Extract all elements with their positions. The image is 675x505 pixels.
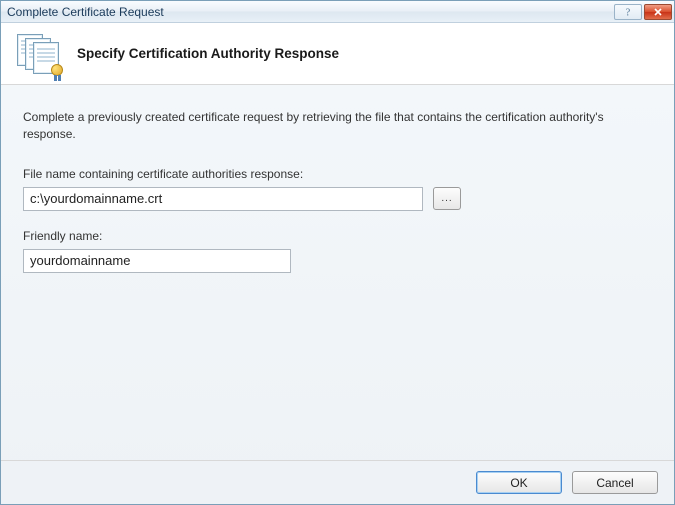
- file-name-row: ...: [23, 187, 652, 211]
- dialog-content: Complete a previously created certificat…: [1, 85, 674, 460]
- dialog-window: Complete Certificate Request ? Specify C…: [0, 0, 675, 505]
- close-button[interactable]: [644, 4, 672, 20]
- header-title: Specify Certification Authority Response: [77, 46, 339, 61]
- certificate-icon: [17, 34, 61, 74]
- ok-button[interactable]: OK: [476, 471, 562, 494]
- dialog-header: Specify Certification Authority Response: [1, 23, 674, 85]
- window-title: Complete Certificate Request: [7, 5, 164, 19]
- file-name-input[interactable]: [23, 187, 423, 211]
- friendly-name-label: Friendly name:: [23, 229, 652, 243]
- friendly-name-input[interactable]: [23, 249, 291, 273]
- instruction-text: Complete a previously created certificat…: [23, 109, 633, 143]
- help-button[interactable]: ?: [614, 4, 642, 20]
- dialog-footer: OK Cancel: [1, 460, 674, 504]
- file-name-label: File name containing certificate authori…: [23, 167, 652, 181]
- window-controls: ?: [614, 4, 672, 20]
- titlebar: Complete Certificate Request ?: [1, 1, 674, 23]
- cancel-button[interactable]: Cancel: [572, 471, 658, 494]
- friendly-name-row: [23, 249, 652, 273]
- browse-button[interactable]: ...: [433, 187, 461, 210]
- svg-text:?: ?: [626, 7, 631, 17]
